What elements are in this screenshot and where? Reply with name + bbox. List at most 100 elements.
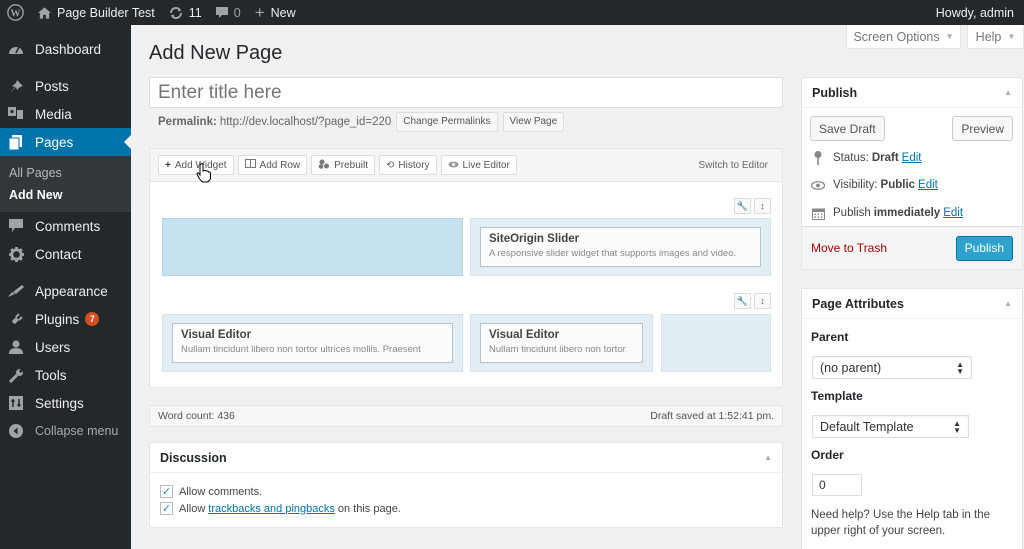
widget-siteorigin-slider[interactable]: SiteOrigin Slider A responsive slider wi… — [480, 227, 761, 267]
add-row-button[interactable]: Add Row — [237, 155, 308, 175]
collapse-toggle-icon[interactable]: ▲ — [1004, 88, 1012, 97]
gear-icon — [6, 244, 26, 264]
template-select[interactable]: Default Template ▲ ▼ — [812, 415, 969, 438]
save-draft-button[interactable]: Save Draft — [810, 116, 885, 141]
discussion-box: Discussion ▲ ✓ Allow comments. ✓ Allow t… — [149, 442, 783, 528]
change-permalinks-button[interactable]: Change Permalinks — [396, 112, 498, 132]
publish-box: Publish ▲ Save Draft Preview Status: Dra… — [801, 77, 1023, 270]
prebuilt-icon — [318, 159, 330, 172]
sidebar-item-users[interactable]: Users — [0, 333, 131, 361]
wrench-icon — [6, 365, 26, 385]
updates-icon — [169, 6, 183, 20]
preview-button[interactable]: Preview — [952, 116, 1013, 141]
row-1-cell-1[interactable] — [162, 218, 463, 276]
row-2-cell-3[interactable] — [661, 314, 771, 372]
switch-to-editor-link[interactable]: Switch to Editor — [699, 160, 768, 171]
widget-visual-editor[interactable]: Visual Editor Nullam tincidunt libero no… — [480, 323, 643, 363]
view-page-button[interactable]: View Page — [502, 112, 565, 132]
sidebar-item-label: Users — [35, 339, 71, 355]
site-name: Page Builder Test — [57, 5, 155, 20]
submenu-add-new[interactable]: Add New — [0, 184, 131, 206]
sidebar-item-posts[interactable]: Posts — [0, 72, 131, 100]
hand-cursor-icon — [196, 163, 212, 186]
submenu-all-pages[interactable]: All Pages — [0, 162, 131, 184]
sidebar-item-pages[interactable]: Pages — [0, 128, 131, 156]
pin-icon — [6, 76, 26, 96]
post-title-input[interactable] — [149, 77, 783, 108]
edit-publish-time-link[interactable]: Edit — [943, 207, 963, 219]
updates-menu[interactable]: 11 — [162, 0, 209, 25]
help-tab[interactable]: Help ▼ — [967, 25, 1024, 49]
edit-visibility-link[interactable]: Edit — [918, 179, 938, 191]
discussion-title: Discussion — [160, 450, 227, 465]
collapse-toggle-icon[interactable]: ▲ — [764, 453, 772, 462]
edit-status-link[interactable]: Edit — [902, 152, 922, 164]
publish-header[interactable]: Publish ▲ — [802, 78, 1022, 108]
eye-icon — [448, 160, 459, 171]
comments-menu[interactable]: 0 — [209, 0, 248, 25]
widget-title: Visual Editor — [181, 329, 252, 341]
row-1-cell-2[interactable]: SiteOrigin Slider A responsive slider wi… — [470, 218, 771, 276]
row-settings-wrench-icon[interactable]: 🔧 — [734, 293, 751, 309]
trackbacks-link[interactable]: trackbacks and pingbacks — [208, 503, 335, 515]
permalink-url[interactable]: http://dev.localhost/?page_id=220 — [220, 116, 391, 128]
publish-button[interactable]: Publish — [955, 235, 1013, 261]
row-2-cell-2[interactable]: Visual Editor Nullam tincidunt libero no… — [470, 314, 653, 372]
page-builder-panel: + Add Widget Add Row Prebuilt ⟲ History … — [149, 148, 783, 388]
allow-comments-label: Allow comments. — [179, 485, 263, 498]
move-to-trash-link[interactable]: Move to Trash — [811, 241, 887, 255]
collapse-menu-button[interactable]: Collapse menu — [0, 417, 131, 445]
discussion-header[interactable]: Discussion ▲ — [150, 443, 782, 473]
widget-description: Nullam tincidunt libero non tortor ultri… — [181, 344, 421, 355]
greeting: Howdy, admin — [935, 5, 1014, 20]
pages-icon — [6, 132, 26, 152]
sidebar-item-comments[interactable]: Comments — [0, 212, 131, 240]
widget-description: A responsive slider widget that supports… — [489, 248, 737, 259]
widget-visual-editor[interactable]: Visual Editor Nullam tincidunt libero no… — [172, 323, 453, 363]
draft-saved-status: Draft saved at 1:52:41 pm. — [650, 410, 774, 422]
sidebar-item-plugins[interactable]: Plugins 7 — [0, 305, 131, 333]
page-title: Add New Page — [149, 42, 283, 64]
live-editor-button[interactable]: Live Editor — [440, 155, 517, 175]
sidebar-item-settings[interactable]: Settings — [0, 389, 131, 417]
permalink-bar: Permalink: http://dev.localhost/?page_id… — [158, 112, 565, 132]
row-move-handle-icon[interactable]: ↕ — [754, 293, 771, 309]
pages-submenu: All Pages Add New — [0, 156, 131, 212]
template-label: Template — [811, 389, 863, 403]
pin-icon — [811, 151, 825, 165]
sidebar-item-tools[interactable]: Tools — [0, 361, 131, 389]
new-content-menu[interactable]: + New — [248, 0, 303, 25]
history-button[interactable]: ⟲ History — [379, 155, 437, 175]
widget-title: Visual Editor — [489, 329, 560, 341]
status-row: Status: Draft Edit — [802, 145, 1022, 171]
row-2-cell-1[interactable]: Visual Editor Nullam tincidunt libero no… — [162, 314, 463, 372]
page-attributes-header[interactable]: Page Attributes ▲ — [802, 289, 1022, 319]
allow-pings-prefix: Allow — [179, 502, 206, 515]
row-move-handle-icon[interactable]: ↕ — [754, 198, 771, 214]
screen-options-tab[interactable]: Screen Options ▼ — [846, 25, 961, 49]
sidebar-item-appearance[interactable]: Appearance — [0, 277, 131, 305]
collapse-toggle-icon[interactable]: ▲ — [1004, 299, 1012, 308]
parent-select[interactable]: (no parent) ▲ ▼ — [812, 356, 972, 379]
wp-logo-menu[interactable]: W — [0, 0, 31, 25]
sidebar-item-dashboard[interactable]: Dashboard — [0, 35, 131, 63]
sidebar-item-label: Contact — [35, 246, 82, 262]
parent-select-value: (no parent) — [820, 360, 882, 375]
sidebar-item-media[interactable]: Media — [0, 100, 131, 128]
allow-pings-checkbox[interactable]: ✓ — [160, 502, 173, 515]
caret-down-icon: ▼ — [945, 32, 954, 41]
sidebar-item-contact[interactable]: Contact — [0, 240, 131, 268]
prebuilt-button[interactable]: Prebuilt — [311, 155, 376, 175]
site-name-menu[interactable]: Page Builder Test — [31, 0, 162, 25]
allow-comments-row: ✓ Allow comments. — [150, 483, 782, 500]
settings-icon — [6, 393, 26, 413]
svg-text:W: W — [10, 8, 21, 19]
widget-title: SiteOrigin Slider — [489, 233, 580, 245]
account-menu[interactable]: Howdy, admin — [929, 0, 1024, 25]
allow-comments-checkbox[interactable]: ✓ — [160, 485, 173, 498]
order-input[interactable]: 0 — [812, 474, 862, 496]
row-settings-wrench-icon[interactable]: 🔧 — [734, 198, 751, 214]
plugins-update-badge: 7 — [85, 312, 100, 326]
admin-sidebar: Dashboard Posts Media Pages All Pages Ad… — [0, 25, 131, 549]
allow-pings-row: ✓ Allow trackbacks and pingbacks on this… — [150, 500, 782, 517]
